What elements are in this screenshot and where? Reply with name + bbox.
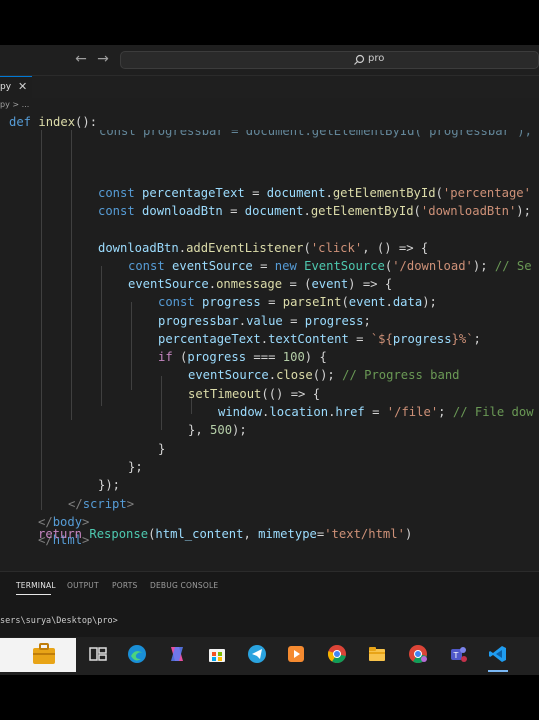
edge-icon[interactable]: [127, 644, 147, 664]
code-line: const progressbar = document.getElementB…: [99, 130, 532, 138]
code-line: const progress = parseInt(event.data);: [158, 295, 437, 309]
media-player-icon[interactable]: [286, 644, 306, 664]
code-line: return Response(html_content, mimetype='…: [38, 527, 413, 541]
title-bar: ← → pro: [0, 45, 539, 76]
active-tab-indicator: [16, 594, 51, 595]
editor-tab-row: py ✕: [0, 76, 539, 98]
code-line: setTimeout(() => {: [188, 387, 321, 401]
terminal-prompt[interactable]: sers\surya\Desktop\pro>: [0, 616, 118, 626]
code-editor[interactable]: const progressbar = document.getElementB…: [0, 130, 539, 550]
code-line: </script>: [68, 497, 135, 511]
code-line: percentageText.textContent = `${progress…: [158, 332, 481, 346]
indent-guide: [71, 130, 72, 420]
code-line: progressbar.value = progress;: [158, 314, 371, 328]
store-icon[interactable]: [207, 644, 227, 664]
telegram-icon[interactable]: [247, 644, 267, 664]
code-line: downloadBtn.addEventListener('click', ()…: [98, 241, 429, 255]
code-line: """: [38, 549, 60, 550]
breadcrumb[interactable]: py > ...: [0, 100, 29, 109]
code-line: };: [128, 460, 143, 474]
code-line: const percentageText = document.getEleme…: [98, 186, 531, 200]
indent-guide: [101, 266, 102, 406]
svg-text:T: T: [453, 651, 459, 660]
tab-output[interactable]: OUTPUT: [67, 581, 99, 590]
indent-guide: [131, 302, 132, 390]
tab-ports[interactable]: PORTS: [112, 581, 137, 590]
close-icon[interactable]: ✕: [18, 80, 27, 93]
indent-guide: [161, 376, 162, 430]
code-line: eventSource.close(); // Progress band: [188, 368, 460, 382]
editor-tab-active[interactable]: py ✕: [0, 76, 32, 98]
search-text: pro: [368, 53, 385, 64]
sticky-scroll-header[interactable]: def index():: [0, 112, 539, 132]
code-line: const downloadBtn = document.getElementB…: [98, 204, 531, 218]
code-line: }, 500);: [188, 423, 247, 437]
code-line: const eventSource = new EventSource('/do…: [128, 259, 532, 273]
tab-label: py: [0, 82, 12, 92]
command-center-search[interactable]: pro: [120, 51, 539, 69]
code-line: eventSource.onmessage = (event) => {: [128, 277, 393, 291]
copilot-icon[interactable]: [167, 644, 187, 664]
active-app-indicator: [488, 670, 508, 672]
chrome-icon[interactable]: [327, 644, 347, 664]
tab-terminal[interactable]: TERMINAL: [16, 581, 56, 590]
search-icon: [354, 54, 365, 65]
forward-arrow-icon[interactable]: →: [94, 50, 112, 68]
indent-guide: [41, 130, 42, 510]
task-view-icon[interactable]: [88, 644, 108, 664]
file-explorer-icon[interactable]: [367, 644, 387, 664]
tab-debug-console[interactable]: DEBUG CONSOLE: [150, 581, 218, 590]
chrome-profile-icon[interactable]: [408, 644, 428, 664]
vscode-icon[interactable]: [488, 644, 508, 664]
code-line: window.location.href = '/file'; // File …: [218, 405, 534, 419]
sticky-line: def index():: [9, 115, 98, 129]
code-line: if (progress === 100) {: [158, 350, 327, 364]
code-line: });: [98, 478, 121, 492]
taskbar: T: [0, 637, 539, 675]
vscode-window: ← → pro py ✕ py > ... def index(): const…: [0, 45, 539, 675]
code-line: }: [158, 442, 166, 456]
teams-icon[interactable]: T: [448, 644, 468, 664]
back-arrow-icon[interactable]: ←: [72, 50, 90, 68]
explorer-work-icon[interactable]: [32, 643, 56, 665]
